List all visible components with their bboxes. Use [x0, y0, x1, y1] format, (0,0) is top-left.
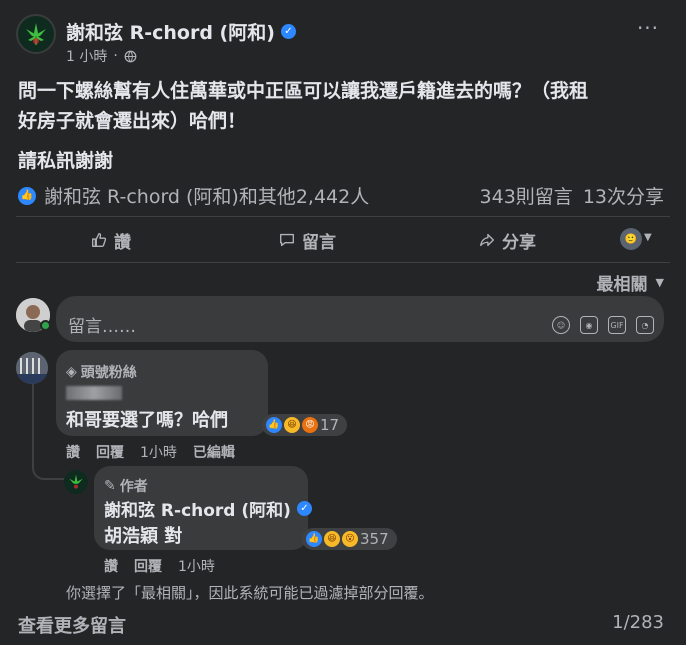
- viewer-avatar[interactable]: 🙂: [620, 228, 642, 250]
- reply-actions: 讚 回覆 1小時: [104, 556, 215, 576]
- sticker-icon[interactable]: ◔: [636, 316, 654, 334]
- like-reaction-icon: 👍: [306, 531, 322, 547]
- comment-button[interactable]: 留言: [278, 224, 336, 256]
- sort-label: 最相關: [596, 275, 648, 295]
- comment-count[interactable]: 343則留言: [480, 182, 573, 209]
- chevron-down-icon: ▼: [655, 276, 664, 289]
- post-text-line-1: 問一下螺絲幫有人住萬華或中正區可以讓我遷戶籍進去的嗎？（我租: [18, 80, 589, 102]
- cannabis-leaf-icon: [69, 474, 83, 489]
- chevron-down-icon[interactable]: ▼: [644, 232, 652, 243]
- composer-tools: ☺ ◉ GIF ◔: [552, 316, 654, 334]
- post-time[interactable]: 1 小時: [66, 46, 107, 66]
- angry-reaction-icon: 😡: [302, 417, 318, 433]
- commenter-name-blurred[interactable]: [66, 386, 122, 400]
- comment-icon: [280, 233, 294, 247]
- divider: [16, 262, 670, 263]
- more-options-icon[interactable]: ···: [636, 18, 660, 42]
- share-label: 分享: [502, 232, 536, 253]
- share-button[interactable]: 分享: [478, 224, 536, 256]
- camera-icon[interactable]: ◉: [580, 316, 598, 334]
- commenter-avatar[interactable]: [16, 352, 48, 384]
- post-text-line-2: 好房子就會遷出來）哈們！: [18, 110, 247, 132]
- author-badge-label: 作者: [119, 479, 148, 495]
- reply-reaction-count: 357: [360, 530, 389, 548]
- gif-icon[interactable]: GIF: [608, 316, 626, 334]
- diamond-icon: ◈: [66, 364, 77, 380]
- reply-text: 胡浩穎 對: [104, 526, 183, 547]
- reply-reactions[interactable]: 👍 😆 😮 357: [302, 528, 397, 550]
- haha-reaction-icon: 😆: [324, 531, 340, 547]
- reply-author[interactable]: 謝和弦 R-chord (阿和) ✓: [104, 496, 312, 521]
- divider: [16, 216, 670, 217]
- edited-label[interactable]: 已編輯: [193, 442, 235, 462]
- comment-reply-link[interactable]: 回覆: [96, 442, 124, 462]
- filter-notice: 你選擇了「最相關」，因此系統可能已過濾掉部分回覆。: [66, 584, 434, 602]
- share-icon: [480, 233, 494, 247]
- emoji-icon[interactable]: ☺: [552, 316, 570, 334]
- like-reaction-icon: 👍: [18, 186, 36, 205]
- reply-author-avatar[interactable]: [64, 470, 88, 494]
- verified-badge-icon: ✓: [296, 501, 312, 516]
- author-badge: ✎ 作者: [104, 476, 148, 496]
- reply-time[interactable]: 1小時: [178, 556, 215, 576]
- thumbs-up-icon: [92, 233, 107, 247]
- comment-text: 和哥要選了嗎？哈們: [66, 410, 228, 431]
- wow-reaction-icon: 😮: [342, 531, 358, 547]
- comment-label: 留言: [302, 232, 336, 253]
- reaction-summary[interactable]: 👍 謝和弦 R-chord (阿和)和其他2,442人: [18, 182, 369, 209]
- reply-reply-link[interactable]: 回覆: [134, 556, 162, 576]
- top-fan-badge[interactable]: ◈ 頭號粉絲: [66, 362, 137, 382]
- post-body: 問一下螺絲幫有人住萬華或中正區可以讓我遷戶籍進去的嗎？（我租 好房子就會遷出來）…: [18, 76, 668, 136]
- comment-reaction-count: 17: [320, 416, 340, 434]
- comment-like-link[interactable]: 讚: [66, 442, 80, 462]
- comment-time[interactable]: 1小時: [140, 442, 177, 462]
- comment-pager: 1/283: [612, 612, 664, 633]
- like-button[interactable]: 讚: [90, 224, 131, 256]
- page-avatar[interactable]: [16, 14, 56, 54]
- globe-icon: [124, 50, 137, 62]
- like-label: 讚: [114, 232, 131, 253]
- comment-reactions[interactable]: 👍 😆 😡 17: [262, 414, 348, 436]
- engagement-counts: 343則留言 13次分享: [480, 182, 664, 209]
- share-count[interactable]: 13次分享: [583, 182, 664, 209]
- comment-sort-dropdown[interactable]: 最相關 ▼: [597, 270, 664, 295]
- comment-actions: 讚 回覆 1小時 已編輯: [66, 442, 235, 462]
- like-reaction-icon: 👍: [266, 417, 282, 433]
- post-text-line-3: 請私訊謝謝: [18, 150, 114, 172]
- haha-reaction-icon: 😆: [284, 417, 300, 433]
- page-name[interactable]: 謝和弦 R-chord (阿和) ✓: [66, 18, 296, 45]
- post-meta: 1 小時 ·: [66, 46, 137, 66]
- online-status-dot: [40, 320, 51, 331]
- reply-author-name[interactable]: 謝和弦 R-chord (阿和): [104, 496, 291, 521]
- reply-like-link[interactable]: 讚: [104, 556, 118, 576]
- comment-input-placeholder[interactable]: 留言……: [68, 312, 136, 337]
- verified-badge-icon: ✓: [280, 24, 296, 39]
- author-name[interactable]: 謝和弦 R-chord (阿和): [66, 18, 275, 45]
- user-photo-icon: [16, 352, 48, 384]
- cannabis-leaf-icon: [26, 23, 46, 45]
- top-fan-label: 頭號粉絲: [80, 365, 137, 381]
- reaction-summary-text[interactable]: 謝和弦 R-chord (阿和)和其他2,442人: [44, 182, 369, 209]
- pencil-icon: ✎: [104, 478, 116, 494]
- reply-thread-connector: [32, 384, 64, 480]
- view-more-comments-link[interactable]: 查看更多留言: [18, 612, 126, 638]
